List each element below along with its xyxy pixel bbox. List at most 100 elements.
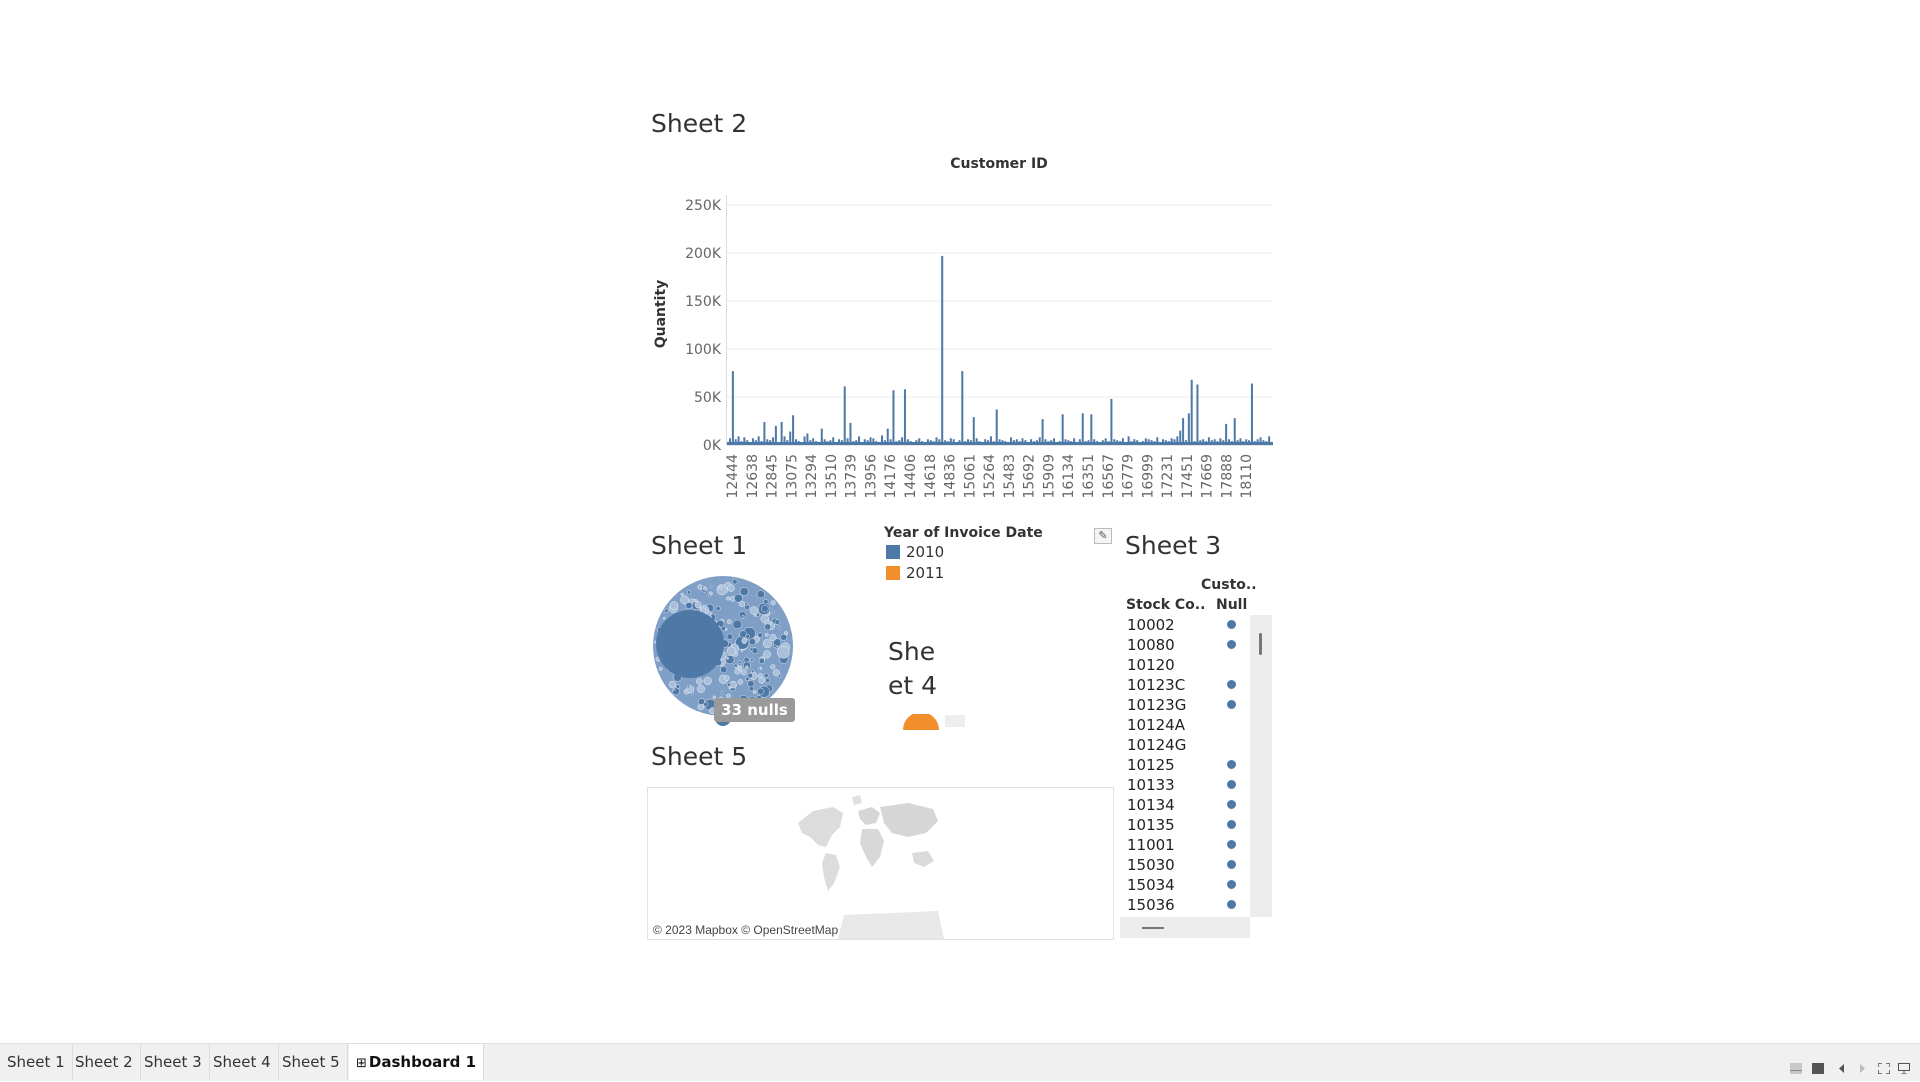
table-row[interactable]: 15034 [1120, 875, 1250, 895]
bar[interactable] [1081, 413, 1084, 445]
customer-column-header[interactable]: Custo.. [1201, 577, 1257, 593]
tab-sheet-1[interactable]: Sheet 1 [0, 1044, 73, 1080]
bubble [734, 593, 743, 603]
tab-sheet-4[interactable]: Sheet 4 [206, 1044, 279, 1080]
bar[interactable] [941, 255, 944, 445]
bar[interactable] [731, 371, 734, 445]
legend-label-2011: 2011 [906, 563, 945, 582]
bar[interactable] [1061, 414, 1064, 445]
vertical-scrollbar[interactable] [1250, 615, 1272, 917]
null-indicator-dot[interactable] [1227, 840, 1236, 849]
nulls-badge[interactable]: 33 nulls [714, 698, 795, 722]
table-row[interactable]: 10123G [1120, 695, 1250, 715]
table-row[interactable]: 10120 [1120, 655, 1250, 675]
bubble [698, 698, 705, 705]
pie-placeholder [945, 715, 965, 727]
prev-icon[interactable] [1836, 1063, 1848, 1074]
table-row[interactable]: 10135 [1120, 815, 1250, 835]
null-indicator-dot[interactable] [1227, 620, 1236, 629]
present-icon[interactable] [1898, 1063, 1910, 1074]
bar[interactable] [849, 422, 852, 445]
bar[interactable] [1090, 414, 1093, 445]
show-sheets-icon[interactable] [1790, 1063, 1802, 1074]
bubble [777, 645, 790, 659]
tab-dashboard-1-label: Dashboard 1 [368, 1053, 477, 1071]
bar[interactable] [995, 409, 998, 445]
null-indicator-dot[interactable] [1227, 880, 1236, 889]
null-indicator-dot[interactable] [1227, 820, 1236, 829]
table-row[interactable]: 11001 [1120, 835, 1250, 855]
bar[interactable] [1233, 418, 1236, 445]
null-indicator-dot[interactable] [1227, 900, 1236, 909]
map-attribution[interactable]: © 2023 Mapbox © OpenStreetMap [653, 923, 838, 937]
stock-code-column-header[interactable]: Stock Co.. [1126, 597, 1205, 613]
bar[interactable] [1196, 384, 1199, 445]
table-row[interactable]: 10125 [1120, 755, 1250, 775]
bar[interactable] [1187, 413, 1190, 445]
null-indicator-dot[interactable] [1227, 680, 1236, 689]
stock-code-cell: 10002 [1127, 616, 1175, 634]
next-icon[interactable] [1856, 1063, 1868, 1074]
filmstrip-icon[interactable] [1812, 1063, 1824, 1074]
sheet3-table[interactable]: 10002 10080 10120 10123C 10123G 10124A 10124G 1… [1120, 615, 1250, 915]
bar[interactable] [1250, 383, 1253, 445]
bar[interactable] [903, 389, 906, 445]
sheet5-map[interactable]: © 2023 Mapbox © OpenStreetMap [647, 787, 1114, 940]
chart-y-axis-label: Quantity [653, 280, 669, 349]
x-tick-label: 15909 [1041, 454, 1057, 499]
legend-item-2011[interactable]: 2011 [884, 562, 1114, 583]
table-row[interactable]: 10123C [1120, 675, 1250, 695]
table-row[interactable]: 10134 [1120, 795, 1250, 815]
null-indicator-dot[interactable] [1227, 760, 1236, 769]
edit-legend-icon[interactable]: ✎ [1094, 528, 1112, 544]
bar[interactable] [1182, 418, 1185, 445]
bubble [758, 676, 766, 684]
bar[interactable] [1041, 419, 1044, 445]
legend-item-2010[interactable]: 2010 [884, 541, 1114, 562]
x-tick-label: 16567 [1101, 454, 1117, 499]
legend-swatch-2011 [886, 565, 900, 580]
null-indicator-dot[interactable] [1227, 800, 1236, 809]
null-column-header[interactable]: Null [1216, 597, 1247, 613]
fit-icon[interactable] [1878, 1063, 1890, 1074]
vertical-scroll-thumb[interactable] [1259, 633, 1262, 655]
horizontal-scrollbar[interactable] [1120, 917, 1250, 938]
bar[interactable] [763, 421, 766, 445]
bar[interactable] [780, 421, 783, 445]
null-indicator-dot[interactable] [1227, 780, 1236, 789]
bar[interactable] [1225, 423, 1228, 445]
null-indicator-dot[interactable] [1227, 860, 1236, 869]
tab-dashboard-1[interactable]: ⊞ Dashboard 1 [349, 1044, 485, 1080]
table-row[interactable]: 10133 [1120, 775, 1250, 795]
bar[interactable] [972, 417, 975, 445]
null-indicator-dot[interactable] [1227, 700, 1236, 709]
x-tick-label: 17451 [1180, 454, 1196, 499]
bar[interactable] [1110, 398, 1113, 445]
tab-sheet-3[interactable]: Sheet 3 [137, 1044, 210, 1080]
table-row[interactable]: 10002 [1120, 615, 1250, 635]
bar[interactable] [961, 371, 964, 445]
table-row[interactable]: 15030 [1120, 855, 1250, 875]
stock-code-cell: 10133 [1127, 776, 1175, 794]
bar[interactable] [892, 390, 895, 445]
table-row[interactable]: 10080 [1120, 635, 1250, 655]
bubble [720, 691, 724, 695]
tab-sheet-2[interactable]: Sheet 2 [68, 1044, 141, 1080]
bar[interactable] [843, 386, 846, 445]
sheet4-pie-fragment[interactable] [900, 714, 970, 730]
bubble [744, 602, 748, 606]
year-legend: Year of Invoice Date 2010 2011 [884, 525, 1114, 595]
bubble [777, 626, 781, 630]
table-row[interactable]: 15036 [1120, 895, 1250, 915]
sheet2-bar-chart[interactable]: Customer ID Quantity 0K 50K 100K 150K 200K 25… [645, 150, 1285, 520]
table-row[interactable]: 10124G [1120, 735, 1250, 755]
tab-sheet-5[interactable]: Sheet 5 [275, 1044, 348, 1080]
bubble [749, 606, 759, 615]
x-tick-label: 16779 [1121, 454, 1137, 499]
bar[interactable] [792, 415, 795, 445]
bar[interactable] [1190, 379, 1193, 445]
null-indicator-dot[interactable] [1227, 640, 1236, 649]
table-row[interactable]: 10124A [1120, 715, 1250, 735]
horizontal-scroll-thumb[interactable] [1142, 927, 1164, 929]
x-tick-label: 15264 [982, 454, 998, 499]
